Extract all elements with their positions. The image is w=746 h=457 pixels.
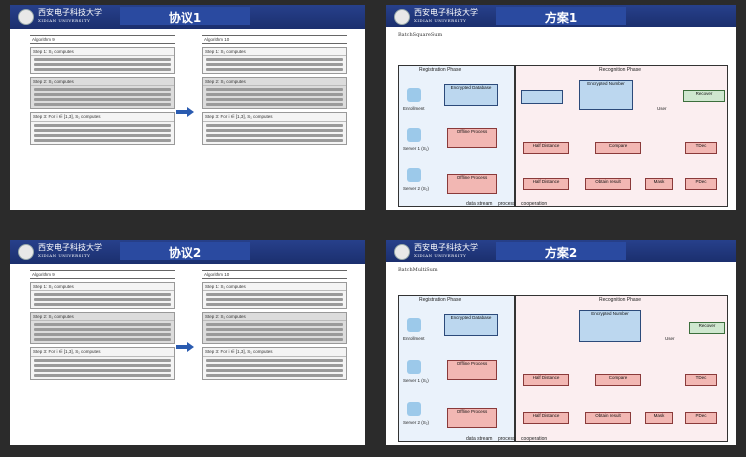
- slide-header: 西安电子科技大学 XIDIAN UNIVERSITY 方案1: [386, 5, 736, 27]
- slide-scheme-2[interactable]: 西安电子科技大学 XIDIAN UNIVERSITY 方案2 BatchMulti…: [386, 240, 736, 445]
- university-logo: 西安电子科技大学 XIDIAN UNIVERSITY: [394, 9, 478, 25]
- algorithm-right: Algorithm 10 Step 1: S₁ computes Step 2:…: [202, 270, 347, 440]
- server-1-icon: [407, 360, 421, 374]
- slide-protocol-2[interactable]: 西安电子科技大学 XIDIAN UNIVERSITY 协议2 Algorithm …: [10, 240, 365, 445]
- enrollment-icon: [407, 88, 421, 102]
- arrow-right-icon: [176, 107, 194, 117]
- enrollment-icon: [407, 318, 421, 332]
- algorithm-left: Algorithm 9 Step 1: S₁ computes Step 2: …: [30, 270, 175, 440]
- legend: data stream process cooperation: [466, 201, 548, 207]
- scheme-diagram: Registration Phase Recognition Phase Enr…: [398, 295, 728, 442]
- slide-title: 方案1: [544, 11, 578, 25]
- server-2-icon: [407, 402, 421, 416]
- algo-caption: Algorithm 9: [30, 35, 175, 44]
- slide-title: 协议1: [168, 11, 202, 25]
- university-logo: 西安电子科技大学 XIDIAN UNIVERSITY: [18, 244, 102, 260]
- server-1-icon: [407, 128, 421, 142]
- university-logo: 西安电子科技大学 XIDIAN UNIVERSITY: [394, 244, 478, 260]
- server-2-icon: [407, 168, 421, 182]
- slide-header: 西安电子科技大学 XIDIAN UNIVERSITY 方案2: [386, 240, 736, 262]
- slide-scheme-1[interactable]: 西安电子科技大学 XIDIAN UNIVERSITY 方案1 BatchSquar…: [386, 5, 736, 210]
- slide-header: 西安电子科技大学 XIDIAN UNIVERSITY 协议1: [10, 5, 365, 29]
- subtitle: BatchSquareSum: [398, 32, 443, 38]
- slide-title: 方案2: [544, 246, 578, 260]
- slide-header: 西安电子科技大学 XIDIAN UNIVERSITY 协议2: [10, 240, 365, 264]
- subtitle: BatchMultiSum: [398, 267, 438, 273]
- arrow-right-icon: [176, 342, 194, 352]
- scheme-diagram: Registration Phase Recognition Phase Enr…: [398, 65, 728, 207]
- legend: data stream process cooperation: [466, 436, 548, 442]
- university-logo: 西安电子科技大学 XIDIAN UNIVERSITY: [18, 9, 102, 25]
- algorithm-right: Algorithm 10 Step 1: S₁ computes Step 2:…: [202, 35, 347, 205]
- algorithm-left: Algorithm 9 Step 1: S₁ computes Step 2: …: [30, 35, 175, 205]
- slide-protocol-1[interactable]: 西安电子科技大学 XIDIAN UNIVERSITY 协议1 Algorithm …: [10, 5, 365, 210]
- slide-title: 协议2: [168, 246, 202, 260]
